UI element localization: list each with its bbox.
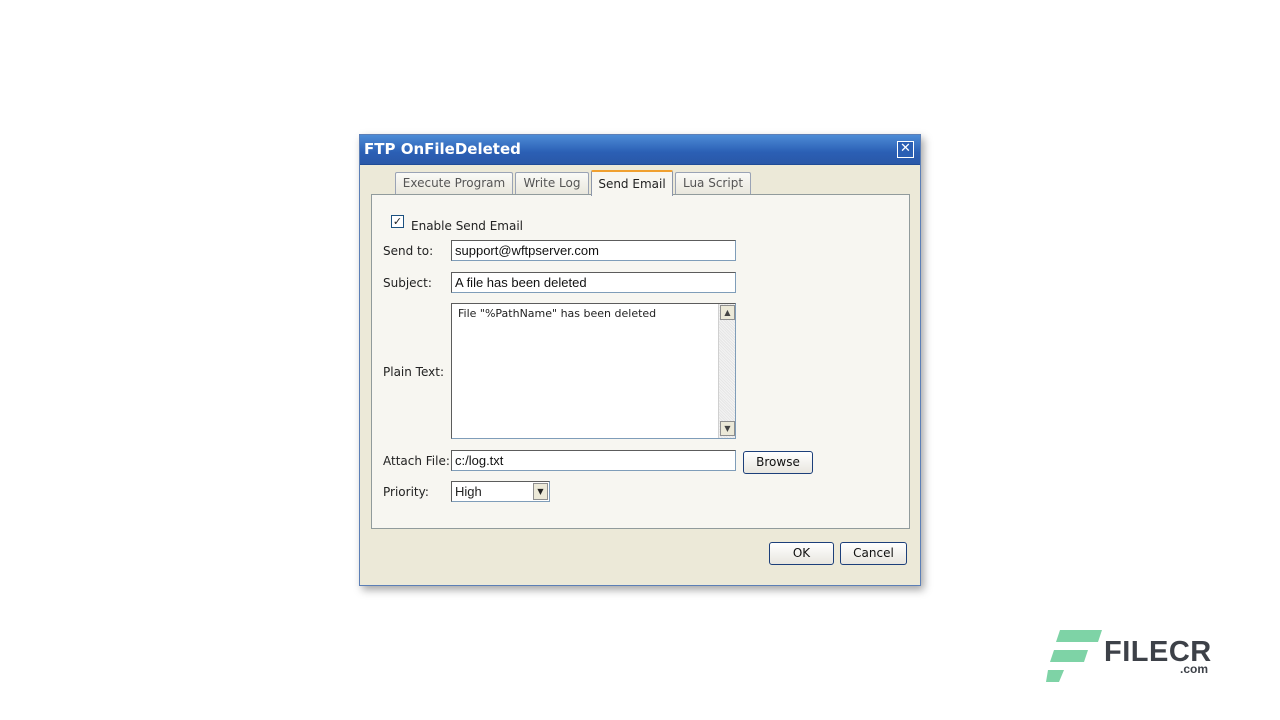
scroll-down-arrow-icon[interactable]: ▼ [720,421,735,436]
dialog-titlebar[interactable]: FTP OnFileDeleted ✕ [360,135,920,165]
subject-field[interactable]: A file has been deleted [451,272,736,293]
tab-write-log[interactable]: Write Log [515,172,589,195]
plain-text-label: Plain Text: [383,365,444,379]
ftp-event-dialog: FTP OnFileDeleted ✕ Execute Program Writ… [359,134,921,586]
attach-file-field[interactable]: c:/log.txt [451,450,736,471]
plain-text-area[interactable]: File "%PathName" has been deleted ▲ ▼ [451,303,736,439]
subject-label: Subject: [383,276,432,290]
priority-label: Priority: [383,485,429,499]
cancel-button[interactable]: Cancel [840,542,907,565]
plain-text-scrollbar[interactable]: ▲ ▼ [718,304,735,438]
filecr-logo-icon [1046,630,1102,682]
browse-button[interactable]: Browse [743,451,813,474]
attach-file-label: Attach File: [383,454,450,468]
send-to-label: Send to: [383,244,434,258]
scroll-up-arrow-icon[interactable]: ▲ [720,305,735,320]
send-to-field[interactable]: support@wftpserver.com [451,240,736,261]
priority-select[interactable]: High ▼ [451,481,550,502]
enable-send-email-checkbox[interactable]: ✓ [391,215,404,228]
dialog-title: FTP OnFileDeleted [364,140,521,158]
chevron-down-icon[interactable]: ▼ [533,483,548,500]
filecr-watermark: FILECR .com [1046,628,1216,684]
priority-value: High [455,484,482,499]
close-icon[interactable]: ✕ [897,141,914,158]
tab-lua-script[interactable]: Lua Script [675,172,751,195]
plain-text-content: File "%PathName" has been deleted [458,307,657,320]
filecr-domain-suffix: .com [1180,662,1209,676]
enable-send-email-label: Enable Send Email [411,219,524,233]
tab-send-email[interactable]: Send Email [591,170,673,196]
ok-button[interactable]: OK [769,542,834,565]
tab-execute-program[interactable]: Execute Program [395,172,513,195]
